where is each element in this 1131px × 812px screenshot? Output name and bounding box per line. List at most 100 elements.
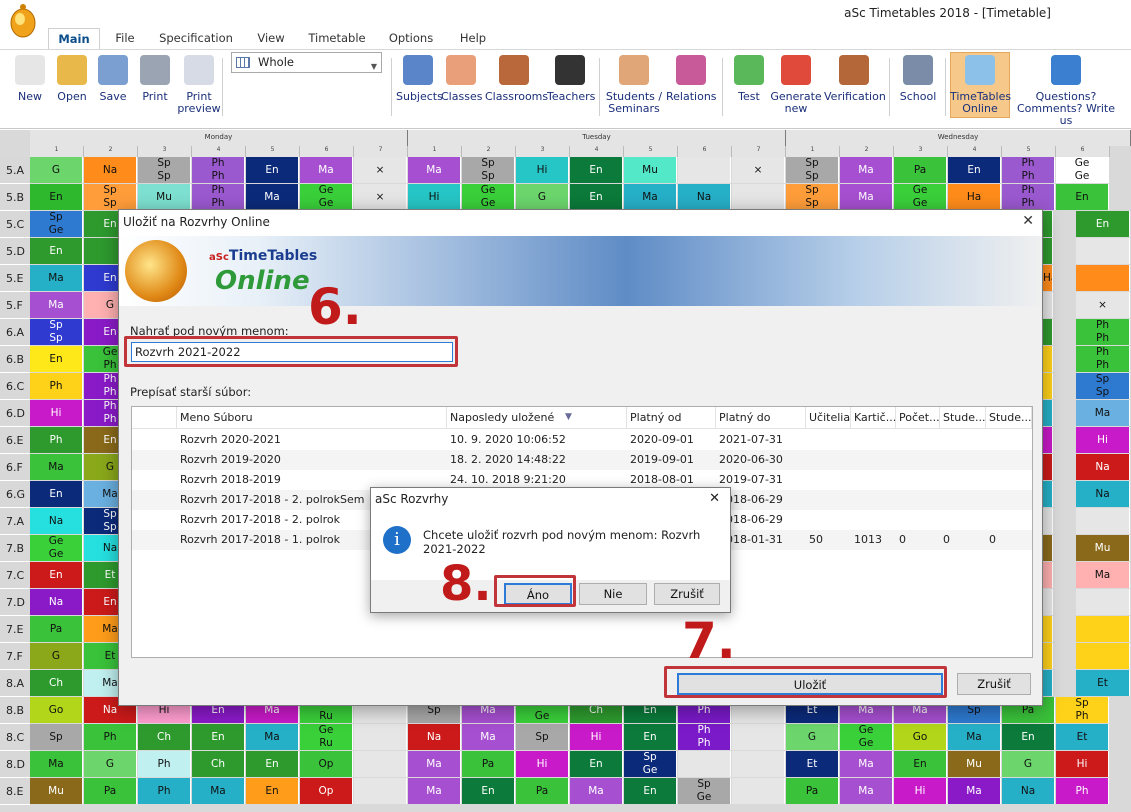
- lesson-card[interactable]: Ph Ph: [678, 724, 731, 750]
- class-label[interactable]: 8.E: [0, 778, 30, 805]
- lesson-card[interactable]: Ma: [840, 157, 893, 183]
- lesson-card[interactable]: Ch: [30, 670, 83, 696]
- lesson-card[interactable]: Ph Ph: [192, 157, 245, 183]
- lesson-card[interactable]: [1043, 373, 1053, 399]
- tab-specification[interactable]: Specification: [156, 28, 236, 50]
- lesson-card[interactable]: Hi: [516, 751, 569, 777]
- lesson-card[interactable]: Ma: [408, 751, 461, 777]
- lesson-card[interactable]: [732, 184, 785, 210]
- lesson-card[interactable]: Ge Ru: [300, 724, 353, 750]
- lesson-card[interactable]: Op: [300, 751, 353, 777]
- lesson-card[interactable]: [1043, 562, 1053, 588]
- lesson-card[interactable]: En: [570, 184, 623, 210]
- lesson-card[interactable]: Na: [30, 508, 83, 534]
- lesson-card[interactable]: En: [30, 346, 83, 372]
- lesson-card[interactable]: Et: [1076, 670, 1130, 696]
- lesson-card[interactable]: Ma: [246, 184, 299, 210]
- lesson-card[interactable]: ×: [732, 157, 785, 183]
- lesson-card[interactable]: [1076, 616, 1130, 642]
- lesson-card[interactable]: Sp: [30, 724, 83, 750]
- lesson-card[interactable]: Hi: [30, 400, 83, 426]
- lesson-card[interactable]: Hi: [570, 724, 623, 750]
- lesson-card[interactable]: Mu: [1076, 535, 1130, 561]
- view-select[interactable]: Whole ▼: [231, 52, 382, 73]
- lesson-card[interactable]: Ma: [840, 778, 893, 804]
- lesson-card[interactable]: Ph Ph: [1002, 184, 1055, 210]
- lesson-card[interactable]: Mu: [624, 157, 677, 183]
- lesson-card[interactable]: Hi: [894, 778, 947, 804]
- lesson-card[interactable]: Op: [300, 778, 353, 804]
- lesson-card[interactable]: Ph Ph: [192, 184, 245, 210]
- lesson-card[interactable]: En: [570, 157, 623, 183]
- lesson-card[interactable]: Sp Sp: [84, 184, 137, 210]
- lesson-card[interactable]: Na: [1002, 778, 1055, 804]
- lesson-card[interactable]: Ch: [138, 724, 191, 750]
- lesson-card[interactable]: En: [948, 157, 1001, 183]
- no-button[interactable]: Nie: [579, 583, 647, 605]
- class-label[interactable]: 5.E: [0, 265, 30, 292]
- column-header-valid-to[interactable]: Platný do: [716, 407, 806, 429]
- column-header-count[interactable]: Počet...: [896, 407, 940, 429]
- tab-timetable[interactable]: Timetable: [304, 28, 370, 50]
- cancel-button[interactable]: Zrušiť: [957, 673, 1031, 695]
- lesson-card[interactable]: Ma: [1076, 562, 1130, 588]
- lesson-card[interactable]: En: [624, 778, 677, 804]
- open-button[interactable]: Open: [52, 53, 92, 125]
- lesson-card[interactable]: Pa: [516, 778, 569, 804]
- lesson-card[interactable]: Ge Ge: [1056, 157, 1109, 183]
- lesson-card[interactable]: [354, 778, 407, 804]
- column-header-teachers[interactable]: Učitelia: [806, 407, 851, 429]
- lesson-card[interactable]: [1076, 238, 1130, 264]
- test-button[interactable]: Test: [732, 53, 766, 125]
- lesson-card[interactable]: Sp Ge: [678, 778, 731, 804]
- lesson-card[interactable]: Sp Sp: [30, 319, 83, 345]
- lesson-card[interactable]: [1043, 535, 1053, 561]
- lesson-card[interactable]: Ge Ge: [30, 535, 83, 561]
- classrooms-button[interactable]: Classrooms: [485, 53, 548, 125]
- lesson-card[interactable]: Na: [84, 157, 137, 183]
- table-row[interactable]: Rozvrh 2020-2021 10. 9. 2020 10:06:52 2020…: [132, 430, 1032, 450]
- lesson-card[interactable]: Ma: [30, 292, 83, 318]
- lesson-card[interactable]: Ma: [624, 184, 677, 210]
- lesson-card[interactable]: [732, 751, 785, 777]
- lesson-card[interactable]: Na: [30, 589, 83, 615]
- lesson-card[interactable]: Ma: [462, 724, 515, 750]
- class-label[interactable]: 8.B: [0, 697, 30, 724]
- lesson-card[interactable]: Hi: [408, 184, 461, 210]
- lesson-card[interactable]: [678, 751, 731, 777]
- column-header-name[interactable]: Meno Súboru: [177, 407, 447, 429]
- lesson-card[interactable]: Pa: [462, 751, 515, 777]
- lesson-card[interactable]: G: [786, 724, 839, 750]
- class-label[interactable]: 6.C: [0, 373, 30, 400]
- lesson-card[interactable]: Na: [1076, 454, 1130, 480]
- lesson-card[interactable]: En: [30, 238, 83, 264]
- lesson-card[interactable]: En: [894, 751, 947, 777]
- lesson-card[interactable]: [1043, 670, 1053, 696]
- lesson-card[interactable]: Ma: [948, 778, 1001, 804]
- lesson-card[interactable]: En: [570, 751, 623, 777]
- lesson-card[interactable]: Ma: [840, 751, 893, 777]
- classes-button[interactable]: Classes: [441, 53, 482, 125]
- table-row[interactable]: Rozvrh 2019-2020 18. 2. 2020 14:48:22 2019…: [132, 450, 1032, 470]
- lesson-card[interactable]: Sp Ge: [30, 211, 83, 237]
- lesson-card[interactable]: Mu: [138, 184, 191, 210]
- tab-help[interactable]: Help: [452, 28, 494, 50]
- lesson-card[interactable]: Ma: [30, 265, 83, 291]
- lesson-card[interactable]: Hi: [516, 157, 569, 183]
- lesson-card[interactable]: Sp Sp: [138, 157, 191, 183]
- school-button[interactable]: School: [896, 53, 940, 125]
- class-label[interactable]: 6.F: [0, 454, 30, 481]
- lesson-card[interactable]: Ma: [570, 778, 623, 804]
- lesson-card[interactable]: [1043, 454, 1053, 480]
- column-header-cards[interactable]: Kartič...: [851, 407, 896, 429]
- lesson-card[interactable]: G: [84, 751, 137, 777]
- tab-view[interactable]: View: [252, 28, 290, 50]
- lesson-card[interactable]: Sp Sp: [786, 157, 839, 183]
- class-label[interactable]: 5.B: [0, 184, 30, 211]
- lesson-card[interactable]: [1043, 211, 1053, 237]
- lesson-card[interactable]: [1076, 643, 1130, 669]
- class-label[interactable]: 7.E: [0, 616, 30, 643]
- lesson-card[interactable]: Ma: [30, 751, 83, 777]
- class-label[interactable]: 7.D: [0, 589, 30, 616]
- lesson-card[interactable]: Go: [30, 697, 83, 723]
